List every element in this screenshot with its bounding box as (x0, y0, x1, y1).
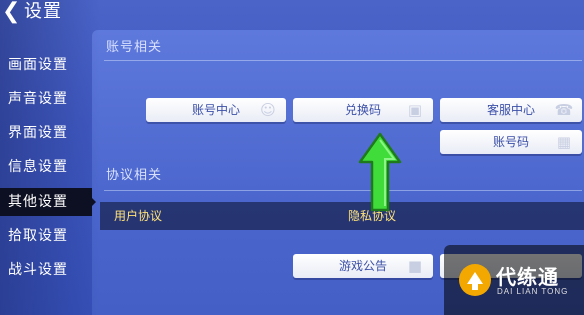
sidebar-item-pickup[interactable]: 拾取设置 (0, 222, 92, 250)
user-icon: ☺ (260, 101, 276, 119)
account-center-button[interactable]: 账号中心 ☺ (146, 98, 286, 122)
game-announcement-label: 游戏公告 (338, 259, 387, 273)
page-title: 设置 (24, 1, 62, 22)
sidebar-item-combat[interactable]: 战斗设置 (0, 256, 92, 284)
account-code-label: 账号码 (492, 135, 529, 149)
sidebar-item-other[interactable]: 其他设置 (0, 188, 96, 216)
redeem-code-button[interactable]: 兑换码 ▣ (293, 98, 433, 122)
divider (104, 190, 582, 191)
sidebar-item-display[interactable]: 画面设置 (0, 51, 92, 79)
customer-service-label: 客服中心 (486, 103, 535, 117)
divider (104, 60, 582, 61)
account-code-button[interactable]: 账号码 ▦ (440, 130, 582, 154)
account-center-label: 账号中心 (191, 103, 240, 117)
announcement-icon: ■ (407, 257, 423, 275)
watermark-name: 代练通 (496, 265, 559, 289)
sidebar-item-interface[interactable]: 界面设置 (0, 119, 92, 147)
user-agreement-link[interactable]: 用户协议 (114, 202, 162, 230)
back-button[interactable]: ❮ (2, 0, 20, 26)
code-icon: ▦ (556, 133, 572, 151)
headset-icon: ☎ (554, 101, 574, 119)
watermark: 代练通 DAI LIAN TONG (444, 245, 584, 315)
green-up-arrow-icon (358, 132, 402, 212)
protocol-links-row: 用户协议 隐私协议 (100, 202, 584, 230)
sidebar-item-info[interactable]: 信息设置 (0, 153, 92, 181)
redeem-code-label: 兑换码 (344, 103, 381, 117)
customer-service-button[interactable]: 客服中心 ☎ (440, 98, 582, 122)
account-section-title: 账号相关 (106, 40, 163, 55)
watermark-subtitle: DAI LIAN TONG (497, 287, 569, 296)
gift-icon: ▣ (407, 101, 423, 119)
game-announcement-button[interactable]: 游戏公告 ■ (293, 254, 433, 278)
protocol-section-title: 协议相关 (106, 168, 163, 183)
sidebar-item-sound[interactable]: 声音设置 (0, 85, 92, 113)
daliantong-logo-icon (459, 264, 491, 296)
back-chevron-icon: ❮ (2, 0, 21, 24)
